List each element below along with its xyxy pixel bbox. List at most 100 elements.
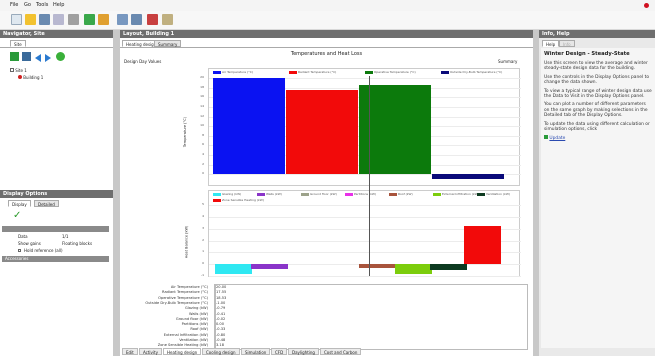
- checkmark-icon[interactable]: ✓: [13, 210, 21, 221]
- legend-swatch: [257, 192, 265, 196]
- accessories-group[interactable]: Accessories: [2, 256, 109, 262]
- tab-info[interactable]: Info: [559, 40, 575, 47]
- update-icon: [544, 135, 548, 140]
- help-paragraph: Use the controls in the Display Options …: [544, 74, 650, 86]
- legend-label: Roof (kW): [398, 192, 413, 196]
- legend-item: Outside Dry-Bulb Temperature (°C): [441, 70, 502, 74]
- arrow-left-icon[interactable]: [35, 54, 41, 62]
- legend-label: Ventilation (kW): [486, 192, 510, 196]
- option-show-gains[interactable]: Show gains Floating blocks: [4, 241, 104, 247]
- row-label: Zone Sensible Heating (kW): [157, 343, 208, 348]
- menu-bar: File Go Tools Help: [0, 0, 655, 11]
- option-data[interactable]: Data 1/1: [4, 234, 104, 240]
- tab-display[interactable]: Display: [8, 200, 31, 207]
- bottom-tab[interactable]: Daylighting: [288, 348, 319, 355]
- bar: [215, 264, 252, 274]
- tab-divider: [0, 47, 113, 48]
- grid-line: [209, 216, 521, 218]
- options-group-header: [2, 226, 109, 232]
- option-show-gains-value: Floating blocks: [62, 241, 93, 246]
- temperature-chart: Air Temperature (°C) Radiant Temperature …: [208, 68, 521, 186]
- legend-swatch: [289, 70, 297, 74]
- tab-summary[interactable]: Summary: [154, 40, 182, 47]
- option-data-value: 1/1: [62, 234, 69, 239]
- tools-icon[interactable]: [68, 14, 79, 25]
- y-tick-label: 1: [202, 249, 204, 254]
- toolbar: [0, 11, 655, 30]
- check-icon[interactable]: [84, 14, 95, 25]
- temperature-legend: Air Temperature (°C) Radiant Temperature …: [209, 70, 521, 76]
- arrow-right-icon[interactable]: [45, 54, 51, 62]
- y-tick-label: 8: [202, 132, 204, 137]
- menu-help[interactable]: Help: [53, 2, 64, 8]
- option-hold-reference[interactable]: Hold reference (all): [4, 248, 104, 254]
- menu-tools[interactable]: Tools: [36, 2, 48, 8]
- display-options-title: Display Options: [0, 190, 113, 198]
- bar: [464, 226, 501, 265]
- temperature-y-label: Temperature (°C): [183, 116, 188, 148]
- heat-balance-chart: Glazing (kW) Walls (kW) Ground floor (kW) P…: [208, 190, 521, 277]
- legend-label: Zone Sensible Heating (kW): [222, 198, 264, 202]
- update-label: Update: [549, 136, 566, 142]
- help-paragraph: You can plot a number of different param…: [544, 102, 648, 119]
- y-tick-label: 4: [202, 213, 204, 218]
- bottom-tab[interactable]: CFD: [271, 348, 288, 355]
- screen-icon[interactable]: [117, 14, 128, 25]
- screen-tabs: Edit Activity Heating design Cooling design…: [122, 348, 532, 356]
- legend-item: External Infiltration (kW): [433, 192, 479, 196]
- y-tick-label: 4: [202, 152, 204, 157]
- update-link[interactable]: Update: [544, 135, 652, 141]
- bottom-tab[interactable]: Simulation: [241, 348, 271, 355]
- tree-building[interactable]: Building 1: [18, 75, 43, 80]
- checkbox-icon[interactable]: [18, 249, 21, 252]
- legend-label: Outside Dry-Bulb Temperature (°C): [450, 70, 503, 74]
- legend-swatch: [365, 70, 373, 74]
- save-icon[interactable]: [39, 14, 50, 25]
- print-icon[interactable]: [53, 14, 64, 25]
- report-icon[interactable]: [162, 14, 173, 25]
- center-panel: Layout, Building 1 Heating design Summar…: [120, 30, 533, 356]
- tree-root[interactable]: Site 1: [10, 68, 27, 73]
- y-tick-label: 10: [200, 123, 204, 128]
- chart-cursor-line: [369, 76, 370, 276]
- chart-icon[interactable]: [147, 14, 158, 25]
- legend-label: Glazing (kW): [222, 192, 242, 196]
- legend-swatch: [213, 70, 221, 74]
- open-icon[interactable]: [25, 14, 36, 25]
- legend-label: External Infiltration (kW): [442, 192, 479, 196]
- legend-swatch: [213, 192, 221, 196]
- refresh-icon[interactable]: [56, 52, 65, 61]
- y-tick-label: 5: [202, 202, 204, 206]
- grid-line: [209, 205, 521, 206]
- tab-site[interactable]: Site: [10, 40, 26, 47]
- legend-item: Roof (kW): [389, 192, 413, 196]
- tab-help[interactable]: Help: [542, 40, 560, 47]
- help-content: Winter Design - Steady-State Use this sc…: [541, 48, 655, 348]
- wizard-icon[interactable]: [98, 14, 109, 25]
- legend-item: Glazing (kW): [213, 192, 241, 196]
- help-heading: Winter Design - Steady-State: [544, 51, 630, 57]
- left-splitter[interactable]: [113, 30, 120, 356]
- window-icon[interactable]: [131, 14, 142, 25]
- bottom-tab[interactable]: Edit: [122, 348, 138, 355]
- bottom-tab[interactable]: Activity: [139, 348, 162, 355]
- add-block-icon[interactable]: [22, 52, 31, 61]
- legend-swatch: [213, 198, 221, 202]
- y-tick-label: 6: [202, 142, 204, 147]
- legend-item: Air Temperature (°C): [213, 70, 253, 74]
- bottom-tab[interactable]: Cooling design: [202, 348, 240, 355]
- table-frame: [214, 284, 528, 350]
- menu-file[interactable]: File: [10, 2, 18, 8]
- menu-go[interactable]: Go: [24, 2, 31, 8]
- legend-swatch: [433, 192, 441, 196]
- bar: [251, 264, 288, 269]
- bottom-tab[interactable]: Cost and Carbon: [320, 348, 362, 355]
- new-icon[interactable]: [11, 14, 22, 25]
- y-tick-label: 18: [200, 84, 204, 89]
- legend-item: Ground floor (kW): [301, 192, 337, 196]
- add-green-icon[interactable]: [10, 52, 19, 61]
- close-dot-icon[interactable]: [644, 3, 649, 8]
- heat-balance-y-axis: 5 4 3 2 1 0 -1: [196, 202, 206, 277]
- bottom-tab[interactable]: Heating design: [163, 348, 202, 355]
- tab-detailed[interactable]: Detailed: [34, 200, 59, 207]
